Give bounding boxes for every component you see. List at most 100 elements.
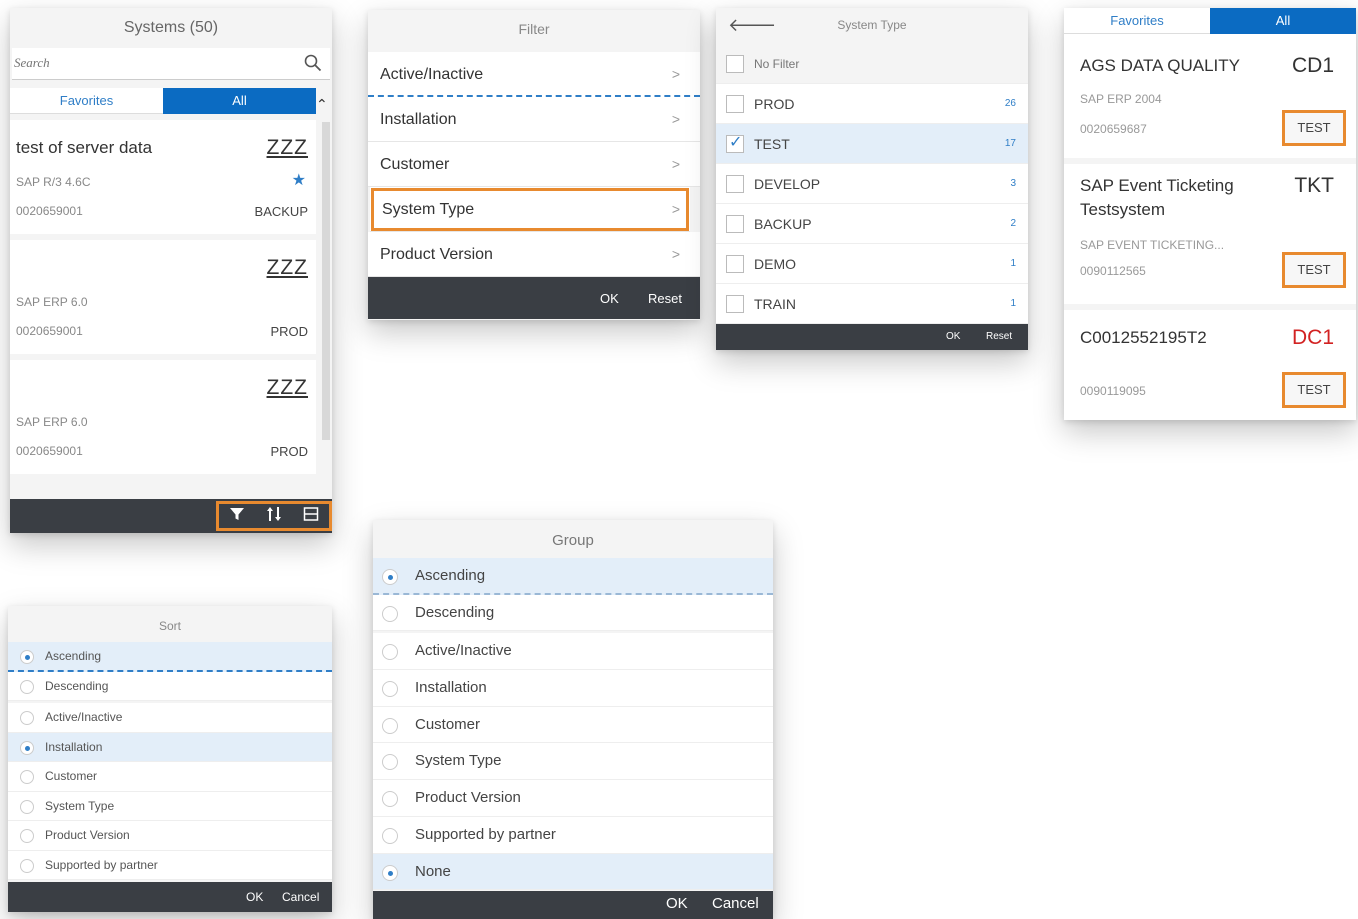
no-filter-option[interactable]: No Filter: [716, 44, 1028, 84]
radio-button[interactable]: [20, 650, 34, 664]
radio-button[interactable]: [382, 754, 398, 771]
system-code: ZZZ: [266, 136, 308, 159]
filter-item-system-type[interactable]: System Type >: [370, 187, 690, 232]
radio-button[interactable]: [382, 827, 398, 844]
sort-field-option[interactable]: Customer: [8, 762, 332, 792]
checkbox-checked[interactable]: [726, 123, 744, 163]
system-type-option[interactable]: DEVELOP 3: [716, 164, 1028, 204]
reset-button[interactable]: Reset: [986, 331, 1012, 342]
group-dialog: Group Ascending Descending Active/Inacti…: [373, 520, 773, 919]
list-item[interactable]: test of server data ZZZ SAP R/3 4.6C ★ 0…: [10, 120, 316, 240]
group-field-option[interactable]: Active/Inactive: [373, 633, 773, 671]
option-label: TRAIN: [754, 296, 796, 312]
ok-button[interactable]: OK: [946, 331, 960, 342]
radio-button[interactable]: [382, 864, 398, 881]
all-tab[interactable]: All: [1210, 8, 1356, 34]
radio-button[interactable]: [382, 569, 398, 585]
group-field-option[interactable]: System Type: [373, 743, 773, 781]
radio-button[interactable]: [20, 770, 34, 784]
checkbox[interactable]: [726, 175, 744, 193]
checkbox[interactable]: [726, 215, 744, 233]
reset-button[interactable]: Reset: [648, 291, 682, 306]
filter-item-installation[interactable]: Installation >: [368, 97, 700, 142]
cancel-button[interactable]: Cancel: [282, 890, 319, 904]
radio-button[interactable]: [20, 799, 34, 814]
checkbox[interactable]: [726, 55, 744, 73]
systems-list-panel: Systems (50) Favorites All ⌃ test of ser…: [10, 8, 332, 533]
checkbox[interactable]: [726, 255, 744, 273]
radio-button[interactable]: [20, 740, 34, 755]
system-type-option[interactable]: TEST 17: [716, 123, 1028, 164]
filter-item-active-inactive[interactable]: Active/Inactive >: [368, 52, 700, 97]
system-type-option[interactable]: DEMO 1: [716, 244, 1028, 284]
system-number: 0020659001: [16, 204, 83, 218]
cancel-button[interactable]: Cancel: [712, 895, 759, 912]
option-label: Customer: [45, 769, 98, 783]
scrollbar-thumb[interactable]: [322, 122, 330, 440]
system-type-option[interactable]: BACKUP 2: [716, 204, 1028, 244]
ok-button[interactable]: OK: [600, 291, 619, 306]
search-input[interactable]: [12, 48, 292, 78]
group-field-option[interactable]: Supported by partner: [373, 816, 773, 854]
sort-field-option[interactable]: Product Version: [8, 821, 332, 851]
favorites-all-toggle: Favorites All: [10, 88, 316, 114]
group-icon[interactable]: [303, 506, 319, 526]
favorites-tab[interactable]: Favorites: [1064, 8, 1210, 34]
scrollbar[interactable]: [316, 120, 332, 500]
radio-button[interactable]: [382, 791, 398, 808]
option-label: System Type: [415, 752, 502, 770]
group-field-option[interactable]: Installation: [373, 670, 773, 707]
favorites-tab[interactable]: Favorites: [10, 88, 163, 114]
group-option-ascending[interactable]: Ascending: [373, 558, 773, 595]
list-item[interactable]: ZZZ SAP ERP 6.0 0020659001 PROD: [10, 240, 316, 360]
filter-item-product-version[interactable]: Product Version >: [368, 232, 700, 277]
radio-button[interactable]: [20, 711, 34, 725]
system-name: AGS DATA QUALITY: [1080, 56, 1240, 75]
search-icon[interactable]: [304, 54, 322, 72]
option-label: Supported by partner: [45, 857, 158, 872]
group-field-option[interactable]: Product Version: [373, 780, 773, 817]
system-type-option[interactable]: PROD 26: [716, 84, 1028, 124]
type-badge: TEST: [1282, 372, 1346, 408]
checkbox[interactable]: [726, 295, 744, 313]
system-product: SAP ERP 6.0: [16, 415, 88, 429]
radio-button[interactable]: [20, 858, 34, 873]
filter-item-customer[interactable]: Customer >: [368, 142, 700, 187]
sort-field-option[interactable]: System Type: [8, 791, 332, 821]
sort-field-option[interactable]: Active/Inactive: [8, 703, 332, 733]
system-name: test of server data: [16, 138, 153, 157]
favorite-star-icon[interactable]: ★: [292, 170, 306, 190]
sort-option-descending[interactable]: Descending: [8, 671, 332, 701]
list-item[interactable]: ZZZ SAP ERP 6.0 0020659001 PROD: [10, 360, 316, 480]
system-code: ZZZ: [266, 376, 308, 399]
radio-button[interactable]: [20, 829, 34, 843]
back-arrow-icon[interactable]: 🡐: [728, 8, 776, 42]
filter-icon[interactable]: [229, 506, 245, 526]
systems-footer-toolbar: [10, 499, 332, 533]
sort-field-option[interactable]: Supported by partner: [8, 850, 332, 880]
system-number: 0090112565: [1080, 264, 1146, 278]
option-count: 2: [1010, 218, 1016, 229]
ok-button[interactable]: OK: [246, 890, 263, 904]
list-item[interactable]: C0012552195T2 DC1 0090119095 TEST: [1064, 310, 1356, 420]
option-label: Ascending: [45, 649, 102, 663]
option-label: Active/Inactive: [45, 710, 123, 724]
sort-field-option[interactable]: Installation: [8, 732, 332, 762]
all-tab[interactable]: All: [163, 88, 316, 114]
chevron-up-icon[interactable]: ⌃: [316, 96, 328, 113]
radio-button[interactable]: [382, 717, 398, 734]
ok-button[interactable]: OK: [666, 895, 688, 912]
list-item[interactable]: SAP Event Ticketing Testsystem TKT SAP E…: [1064, 164, 1356, 304]
radio-button[interactable]: [382, 681, 398, 698]
group-option-descending[interactable]: Descending: [373, 594, 773, 632]
radio-button[interactable]: [382, 644, 398, 661]
sort-icon[interactable]: [266, 506, 282, 526]
group-field-option[interactable]: None: [373, 853, 773, 891]
group-field-option[interactable]: Customer: [373, 706, 773, 744]
list-item[interactable]: AGS DATA QUALITY CD1 SAP ERP 2004 002065…: [1064, 34, 1356, 158]
sort-option-ascending[interactable]: Ascending: [8, 642, 332, 672]
radio-button[interactable]: [382, 605, 398, 622]
checkbox[interactable]: [726, 95, 744, 113]
system-type-option[interactable]: TRAIN 1: [716, 284, 1028, 324]
radio-button[interactable]: [20, 679, 34, 694]
